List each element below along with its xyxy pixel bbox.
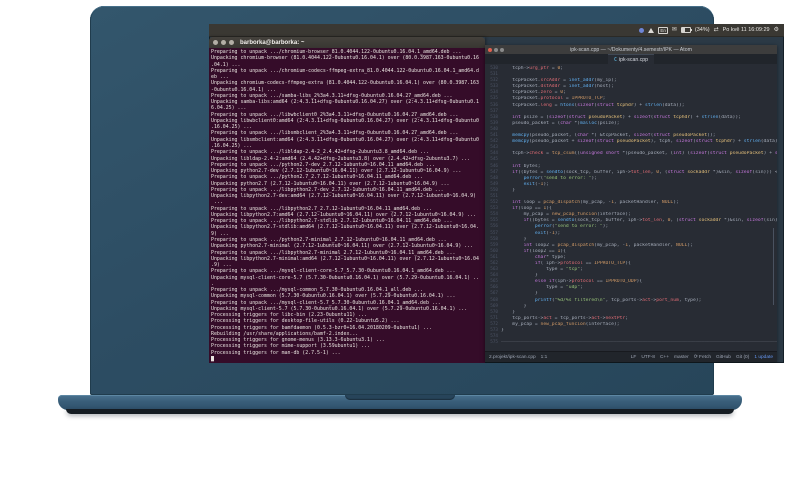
terminal-minimize-button[interactable] — [221, 40, 226, 45]
top-panel: En ✉ (34%) ⇄ Po kvě 11 16:09:29 ⚙ — [209, 24, 784, 37]
line-number: 575 — [490, 340, 498, 346]
terminal-output[interactable]: Preparing to unpack .../chromium-browser… — [209, 48, 485, 363]
code-text: ────────────────────────────────────────… — [501, 340, 777, 346]
terminal-line: Unpacking libldap-2.4-2:amd64 (2.4.42+df… — [211, 155, 471, 162]
status-file-path[interactable]: 2.projekt/ipk-scan.cpp — [489, 355, 536, 360]
terminal-title: barborka@barborka: ~ — [240, 39, 305, 46]
code-line: 575 ─────────────────────────────────────… — [485, 340, 777, 346]
code-editor[interactable]: 530 tcph->urg_ptr = 0; 531 532 tcpPacket.s… — [485, 64, 777, 351]
terminal-line: Unpacking libpython2.7-dev:amd64 (2.7.12… — [211, 193, 476, 200]
terminal-line: Preparing to unpack .../libwbclient0_2%3… — [211, 111, 459, 118]
terminal-line: Preparing to unpack .../mysql-client-cor… — [211, 268, 456, 275]
terminal-line: Unpacking chromium-browser (81.0.4044.12… — [211, 55, 479, 62]
status-cursor-position[interactable]: 1:1 — [541, 355, 548, 360]
terminal-line: Unpacking samba-libs:amd64 (2:4.3.11+dfs… — [211, 99, 479, 106]
terminal-close-button[interactable] — [213, 40, 218, 45]
status-encoding[interactable]: UTF-8 — [641, 355, 655, 360]
atom-tab-bar: C ipk-scan.cpp — [485, 54, 777, 64]
wifi-icon[interactable] — [648, 27, 655, 33]
status-update-badge[interactable]: 1 update — [754, 355, 773, 360]
mail-icon[interactable]: ✉ — [672, 27, 677, 33]
terminal-line: Unpacking mysql-common (5.7.30-0ubuntu0.… — [211, 293, 456, 300]
status-right-group: LF UTF-8 C++ master ⟳ Fetch GitHub Git (… — [631, 355, 773, 360]
atom-window-buttons — [488, 47, 504, 52]
laptop-base — [58, 395, 742, 410]
terminal-line: Unpacking mysql-client-core-5.7 (5.7.30-… — [211, 274, 479, 281]
page: { "top_panel": { "keyboard_layout": "En"… — [0, 0, 800, 477]
status-line-ending[interactable]: LF — [631, 355, 637, 360]
laptop-lid: En ✉ (34%) ⇄ Po kvě 11 16:09:29 ⚙ barbor… — [90, 6, 784, 395]
atom-title: ipk-scan.cpp — ~/Dokumenty/4.semestr/IPK… — [570, 46, 692, 53]
atom-titlebar[interactable]: ipk-scan.cpp — ~/Dokumenty/4.semestr/IPK… — [485, 45, 777, 54]
status-git-branch[interactable]: master — [674, 355, 689, 360]
terminal-line: Preparing to unpack .../chromium-codecs-… — [211, 67, 479, 74]
status-language[interactable]: C++ — [660, 355, 669, 360]
terminal-line: Unpacking chromium-codecs-ffmpeg-extra (… — [211, 80, 479, 87]
terminal-line: Preparing to unpack .../libpython2.7-min… — [211, 249, 456, 256]
session-gear-icon[interactable]: ⚙ — [774, 27, 779, 33]
battery-percent: (34%) — [694, 27, 710, 33]
laptop-base-notch — [345, 395, 455, 400]
atom-status-bar: 2.projekt/ipk-scan.cpp 1:1 LF UTF-8 C++ … — [485, 351, 777, 362]
terminal-maximize-button[interactable] — [229, 40, 234, 45]
terminal-line: Unpacking python2.7-minimal (2.7.12-1ubu… — [211, 243, 474, 250]
clock[interactable]: Po kvě 11 16:09:29 — [723, 27, 770, 33]
terminal-line: Unpacking python2.7 (2.7.12-1ubuntu0~16.… — [211, 180, 450, 187]
tab-label: ipk-scan.cpp — [618, 56, 649, 63]
laptop-base-edge — [66, 409, 734, 414]
cpp-file-icon: C — [613, 56, 617, 63]
terminal-window[interactable]: barborka@barborka: ~ Preparing to unpack… — [209, 37, 485, 363]
system-tray: En ✉ (34%) ⇄ Po kvě 11 16:09:29 ⚙ — [639, 26, 779, 34]
status-fetch-button[interactable]: ⟳ Fetch — [694, 355, 711, 360]
sync-arrows-icon[interactable]: ⇄ — [714, 27, 719, 33]
editor-scrollbar[interactable] — [773, 227, 774, 306]
atom-close-button[interactable] — [488, 47, 492, 52]
battery-icon[interactable] — [680, 27, 692, 33]
tab-ipk-scan-cpp[interactable]: C ipk-scan.cpp — [607, 54, 655, 64]
terminal-line: Unpacking libpython2.7-minimal:amd64 (2.… — [211, 255, 479, 262]
terminal-line: Unpacking libpython2.7-stdlib:amd64 (2.7… — [211, 224, 479, 231]
terminal-line: Preparing to unpack .../libsmbclient_2%3… — [211, 130, 459, 137]
atom-window[interactable]: ipk-scan.cpp — ~/Dokumenty/4.semestr/IPK… — [485, 45, 777, 362]
terminal-line: █ — [211, 356, 214, 363]
laptop-screen: En ✉ (34%) ⇄ Po kvě 11 16:09:29 ⚙ barbor… — [209, 24, 784, 363]
status-github-button[interactable]: GitHub — [716, 355, 731, 360]
status-git-changes[interactable]: Git (0) — [736, 355, 749, 360]
app-indicator-icon[interactable] — [639, 27, 645, 33]
keyboard-layout-indicator[interactable]: En — [658, 26, 668, 34]
atom-minimize-button[interactable] — [494, 47, 498, 52]
terminal-titlebar[interactable]: barborka@barborka: ~ — [209, 37, 485, 48]
atom-maximize-button[interactable] — [500, 47, 504, 52]
code-lines: 530 tcph->urg_ptr = 0; 531 532 tcpPacket.s… — [485, 66, 777, 346]
